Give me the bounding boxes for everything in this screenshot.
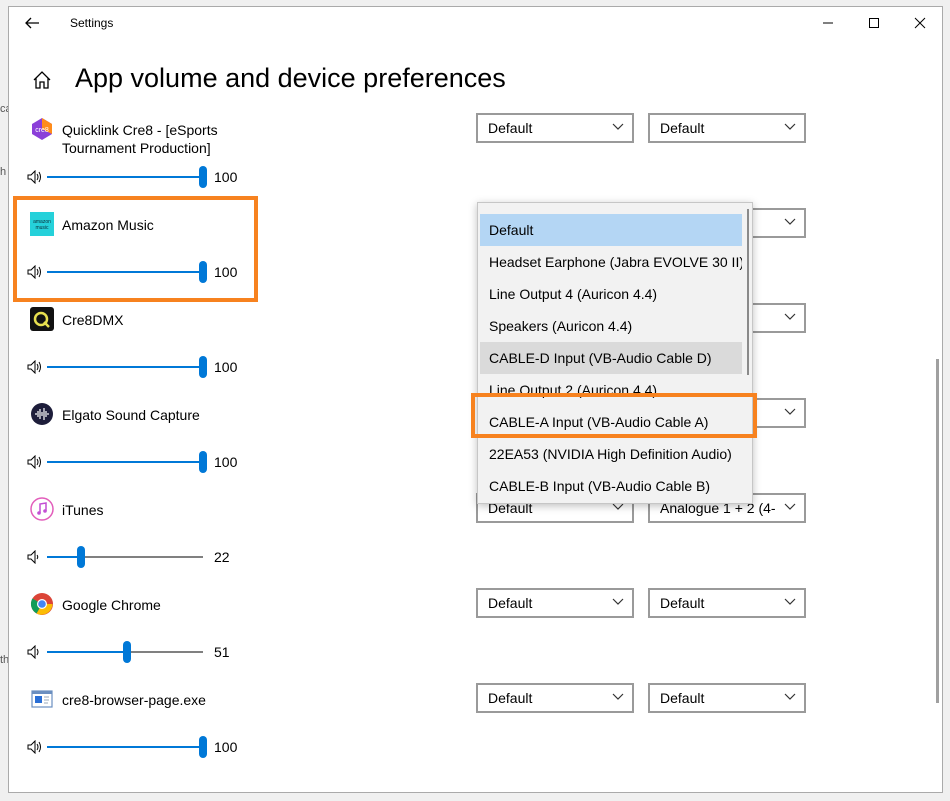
chevron-down-icon bbox=[784, 693, 796, 700]
volume-value: 100 bbox=[214, 169, 238, 185]
chevron-down-icon bbox=[612, 123, 624, 130]
output-device-dropdown[interactable]: Default bbox=[476, 683, 634, 713]
chrome-icon bbox=[30, 592, 54, 616]
app-name: Amazon Music bbox=[62, 217, 154, 233]
speaker-icon bbox=[27, 454, 43, 470]
cre8dmx-icon bbox=[30, 307, 54, 331]
app-name: Quicklink Cre8 - [eSports Tournament Pro… bbox=[62, 122, 218, 156]
device-option[interactable]: 22EA53 (NVIDIA High Definition Audio) bbox=[480, 438, 742, 470]
dropdown-value: Default bbox=[488, 595, 533, 611]
page-scrollbar[interactable] bbox=[936, 359, 939, 703]
volume-value: 22 bbox=[214, 549, 230, 565]
volume-slider[interactable] bbox=[47, 451, 207, 473]
volume-value: 100 bbox=[214, 359, 238, 375]
title-bar: Settings bbox=[9, 7, 942, 39]
slider-thumb[interactable] bbox=[199, 736, 207, 758]
settings-window: Settings App volume and device preferenc… bbox=[8, 6, 943, 793]
volume-value: 100 bbox=[214, 739, 238, 755]
close-icon bbox=[914, 17, 926, 29]
chevron-down-icon bbox=[784, 503, 796, 510]
popup-scrollbar[interactable] bbox=[747, 209, 749, 375]
dropdown-value: Default bbox=[488, 120, 533, 136]
output-device-dropdown[interactable]: Default bbox=[476, 588, 634, 618]
elgato-icon bbox=[30, 402, 54, 426]
device-option[interactable]: Line Output 2 (Auricon 4.4) bbox=[480, 374, 742, 406]
dropdown-value: Default bbox=[488, 690, 533, 706]
chevron-down-icon bbox=[612, 693, 624, 700]
app-name: iTunes bbox=[62, 502, 104, 518]
app-name: Elgato Sound Capture bbox=[62, 407, 200, 423]
volume-slider[interactable] bbox=[47, 736, 207, 758]
chevron-down-icon bbox=[612, 598, 624, 605]
app-name: Cre8DMX bbox=[62, 312, 124, 328]
speaker-icon bbox=[27, 169, 43, 185]
slider-thumb[interactable] bbox=[199, 261, 207, 283]
minimize-button[interactable] bbox=[805, 7, 851, 39]
app-name: cre8-browser-page.exe bbox=[62, 692, 206, 708]
maximize-icon bbox=[869, 18, 879, 28]
output-device-dropdown[interactable]: Default bbox=[476, 113, 634, 143]
device-option[interactable]: CABLE-B Input (VB-Audio Cable B) bbox=[480, 470, 742, 502]
volume-slider[interactable] bbox=[47, 356, 207, 378]
volume-slider[interactable] bbox=[47, 261, 207, 283]
slider-thumb[interactable] bbox=[123, 641, 131, 663]
amazon-music-icon: amazon music bbox=[30, 212, 54, 236]
speaker-low-icon bbox=[27, 549, 43, 565]
output-device-popup: Default Headset Earphone (Jabra EVOLVE 3… bbox=[477, 202, 753, 504]
chevron-down-icon bbox=[784, 598, 796, 605]
dropdown-value: Default bbox=[660, 595, 705, 611]
svg-text:cre8: cre8 bbox=[35, 127, 49, 134]
svg-text:music: music bbox=[35, 225, 49, 231]
chevron-down-icon bbox=[612, 503, 624, 510]
slider-thumb[interactable] bbox=[199, 166, 207, 188]
window-title: Settings bbox=[70, 16, 114, 30]
background-text: th bbox=[0, 654, 8, 666]
volume-slider[interactable] bbox=[47, 166, 207, 188]
volume-value: 100 bbox=[214, 454, 238, 470]
input-device-dropdown[interactable]: Default bbox=[648, 588, 806, 618]
chevron-down-icon bbox=[784, 218, 796, 225]
device-option[interactable]: Default bbox=[480, 214, 742, 246]
cre8-app-icon: cre8 bbox=[30, 117, 54, 141]
dropdown-value: Default bbox=[660, 120, 705, 136]
device-option[interactable]: CABLE-A Input (VB-Audio Cable A) bbox=[480, 406, 742, 438]
volume-value: 100 bbox=[214, 264, 238, 280]
input-device-dropdown[interactable]: Default bbox=[648, 113, 806, 143]
input-device-dropdown[interactable]: Default bbox=[648, 683, 806, 713]
speaker-icon bbox=[27, 739, 43, 755]
back-arrow-icon bbox=[25, 17, 39, 29]
slider-thumb[interactable] bbox=[199, 356, 207, 378]
close-button[interactable] bbox=[897, 7, 942, 39]
home-icon[interactable] bbox=[31, 69, 53, 91]
device-option[interactable]: Speakers (Auricon 4.4) bbox=[480, 310, 742, 342]
background-text: h bbox=[0, 166, 7, 178]
speaker-icon bbox=[27, 359, 43, 375]
page-title: App volume and device preferences bbox=[75, 63, 506, 93]
browser-page-icon bbox=[30, 687, 54, 711]
chevron-down-icon bbox=[784, 123, 796, 130]
maximize-button[interactable] bbox=[851, 7, 897, 39]
app-name: Google Chrome bbox=[62, 597, 161, 613]
device-option[interactable]: Line Output 4 (Auricon 4.4) bbox=[480, 278, 742, 310]
minimize-icon bbox=[823, 22, 833, 24]
chevron-down-icon bbox=[784, 408, 796, 415]
dropdown-value: Default bbox=[660, 690, 705, 706]
slider-thumb[interactable] bbox=[199, 451, 207, 473]
speaker-icon bbox=[27, 264, 43, 280]
slider-thumb[interactable] bbox=[77, 546, 85, 568]
background-text: ca bbox=[0, 103, 8, 115]
chevron-down-icon bbox=[784, 313, 796, 320]
speaker-icon bbox=[27, 644, 43, 660]
device-option[interactable]: CABLE-D Input (VB-Audio Cable D) bbox=[480, 342, 742, 374]
device-option[interactable]: Headset Earphone (Jabra EVOLVE 30 II) bbox=[480, 246, 742, 278]
volume-value: 51 bbox=[214, 644, 230, 660]
volume-slider[interactable] bbox=[47, 546, 203, 568]
back-button[interactable] bbox=[21, 11, 45, 35]
volume-slider[interactable] bbox=[47, 641, 203, 663]
itunes-icon bbox=[30, 497, 54, 521]
